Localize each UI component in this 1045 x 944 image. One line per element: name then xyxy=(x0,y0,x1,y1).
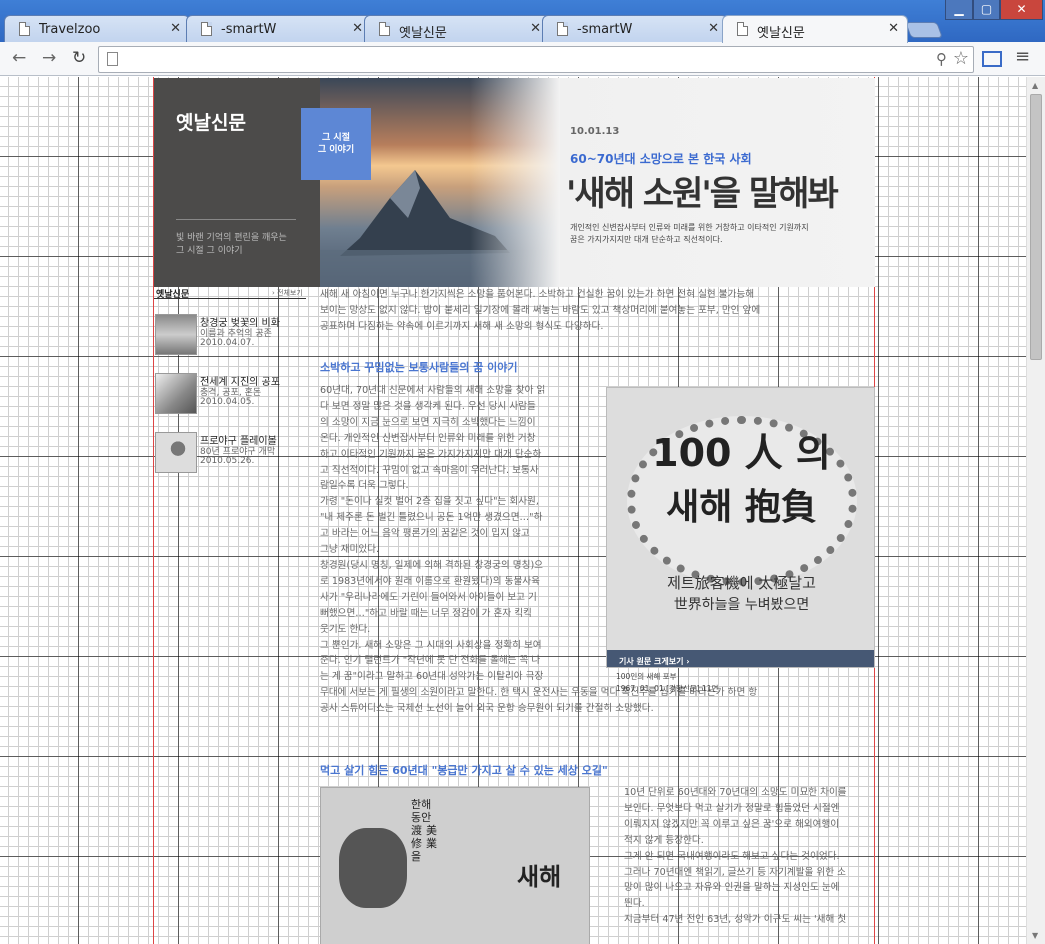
view-all-link[interactable]: › 전체보기 xyxy=(272,288,303,298)
page-icon xyxy=(379,22,390,36)
page-icon xyxy=(557,22,568,36)
divider xyxy=(176,219,296,220)
close-tab-icon[interactable]: ✕ xyxy=(530,21,541,36)
bookmark-star-icon[interactable]: ☆ xyxy=(953,48,969,69)
page-icon xyxy=(107,52,118,66)
sidebar-item[interactable]: 창경궁 벚꽃의 비화 이름과 추억의 공존 2010.04.07. xyxy=(154,314,306,358)
site-logo[interactable]: 옛날신문 xyxy=(176,108,246,135)
sidebar-item[interactable]: 전세계 지진의 공포 충격, 공포, 혼돈 2010.04.05. xyxy=(154,373,306,417)
maximize-button[interactable]: ▢ xyxy=(973,0,1000,20)
headline-kicker: 60~70년대 소망으로 본 한국 사회 xyxy=(570,152,752,166)
tab-title: Travelzoo xyxy=(39,22,101,37)
sidebar-item-date: 2010.04.05. xyxy=(200,397,255,407)
section-heading-1: 소박하고 꾸밈없는 보통사람들의 꿈 이야기 xyxy=(320,361,518,374)
tab-title: 옛날신문 xyxy=(757,26,805,41)
address-bar[interactable]: ⚲ ☆ xyxy=(98,46,974,73)
newspaper-clipping-2[interactable]: 한해동안 渡美修業을 새해 xyxy=(320,787,590,944)
view-original-button[interactable]: 기사 원문 크게보기 › xyxy=(607,650,874,667)
photo-fade xyxy=(470,78,560,287)
scroll-thumb[interactable] xyxy=(1030,94,1042,360)
section-2-text: 10년 단위로 60년대와 70년대의 소망도 미묘한 차이를 보인다. 무엇보다… xyxy=(624,787,847,926)
issue-date: 10.01.13 xyxy=(570,126,620,137)
clipping-text: 제트旅客機에 太極달고 xyxy=(667,574,816,592)
clipping-title: 새해 xyxy=(517,863,562,891)
page-icon xyxy=(201,22,212,36)
menu-icon[interactable]: ≡ xyxy=(1015,46,1030,67)
hero-subtitle: 빛 바랜 기억의 편린을 깨우는 그 시절 그 이야기 xyxy=(176,233,287,256)
thumbnail xyxy=(155,314,197,355)
tab-smartw-1[interactable]: -smartW ✕ xyxy=(186,15,372,43)
scroll-up-icon[interactable]: ▲ xyxy=(1032,81,1038,90)
portrait-image xyxy=(339,828,407,908)
tag-box: 그 시절 그 이야기 xyxy=(301,108,371,180)
clipping-column: 한해동안 渡美修業을 xyxy=(411,798,437,863)
clipping-text: 世界하늘을 누벼봤으면 xyxy=(673,597,810,613)
close-window-button[interactable]: ✕ xyxy=(1000,0,1043,20)
sidebar-item[interactable]: 프로야구 플레이볼 80년 프로야구 개막 2010.05.26. xyxy=(154,432,306,476)
thumbnail xyxy=(155,373,197,414)
sidebar-item-date: 2010.04.07. xyxy=(200,338,255,348)
tab-title: -smartW xyxy=(577,22,633,37)
page-viewport: 옛날신문 빛 바랜 기억의 편린을 깨우는 그 시절 그 이야기 그 시절 그 이야… xyxy=(0,77,1026,944)
close-tab-icon[interactable]: ✕ xyxy=(888,21,899,36)
section-1-text-full: 무대에 서보는 게 필생의 소원이라고 말한다. 한 택시 운전사는 우동을 먹… xyxy=(320,687,758,714)
tab-smartw-2[interactable]: -smartW ✕ xyxy=(542,15,728,43)
new-tab-button[interactable] xyxy=(905,22,943,38)
tab-title: -smartW xyxy=(221,22,277,37)
headline: '새해 소원'을 말해봐 xyxy=(566,174,839,214)
tab-old-newspaper-active[interactable]: 옛날신문 ✕ xyxy=(722,15,908,43)
page-icon xyxy=(737,22,748,36)
tab-travelzoo[interactable]: Travelzoo ✕ xyxy=(4,15,190,43)
clipping-caption: 100인의 새해 포부 1967. 01. 01 [경향신문] 11면 xyxy=(616,672,719,693)
headline-description: 개인적인 신변잡사부터 인류와 미래를 위한 거창하고 이타적인 기원까지 꿈은 … xyxy=(570,223,809,244)
close-tab-icon[interactable]: ✕ xyxy=(170,21,181,36)
article-intro: 새해 새 아침이면 누구나 한가지씩은 소망을 품어본다. 소박하고 건실한 꿈… xyxy=(320,289,761,332)
browser-window: Travelzoo ✕ -smartW ✕ 옛날신문 ✕ -smartW ✕ 옛날신문 ✕… xyxy=(0,0,1045,944)
section-1-text: 60년대, 70년대 신문에서 사람들의 새해 소망을 찾아 읽다 보면 정말 … xyxy=(320,385,546,683)
reload-icon[interactable]: ↻ xyxy=(72,48,86,68)
close-tab-icon[interactable]: ✕ xyxy=(708,21,719,36)
divider xyxy=(154,298,306,299)
clipping-title: 100 人 의 xyxy=(652,431,831,475)
browser-toolbar: ← → ↻ ⚲ ☆ ≡ xyxy=(0,42,1045,76)
tab-strip: Travelzoo ✕ -smartW ✕ 옛날신문 ✕ -smartW ✕ 옛날신문 ✕… xyxy=(0,0,1045,43)
tab-title: 옛날신문 xyxy=(399,26,447,41)
zoom-icon[interactable]: ⚲ xyxy=(936,50,947,68)
section-heading-2: 먹고 살기 힘든 60년대 "봉급만 가지고 살 수 있는 세상 오길" xyxy=(320,764,608,777)
forward-arrow-icon[interactable]: → xyxy=(42,48,56,68)
minimize-button[interactable]: ▁ xyxy=(945,0,973,20)
cast-icon[interactable] xyxy=(982,51,1002,67)
page-content: 옛날신문 빛 바랜 기억의 편린을 깨우는 그 시절 그 이야기 그 시절 그 이야… xyxy=(153,77,875,944)
close-tab-icon[interactable]: ✕ xyxy=(352,21,363,36)
tab-old-newspaper-1[interactable]: 옛날신문 ✕ xyxy=(364,15,550,43)
thumbnail xyxy=(155,432,197,473)
page-icon xyxy=(19,22,30,36)
newspaper-clipping-1[interactable]: 100 人 의 새해 抱負 제트旅客機에 太極달고 世界하늘을 누벼봤으면 기사… xyxy=(606,387,875,668)
scroll-down-icon[interactable]: ▼ xyxy=(1032,931,1038,940)
hero-banner: 옛날신문 빛 바랜 기억의 편린을 깨우는 그 시절 그 이야기 그 시절 그 이야… xyxy=(154,78,875,287)
vertical-scrollbar[interactable]: ▲ ▼ xyxy=(1026,77,1045,944)
back-arrow-icon[interactable]: ← xyxy=(12,48,26,68)
clipping-title: 새해 抱負 xyxy=(666,487,817,528)
sidebar-item-date: 2010.05.26. xyxy=(200,456,255,466)
